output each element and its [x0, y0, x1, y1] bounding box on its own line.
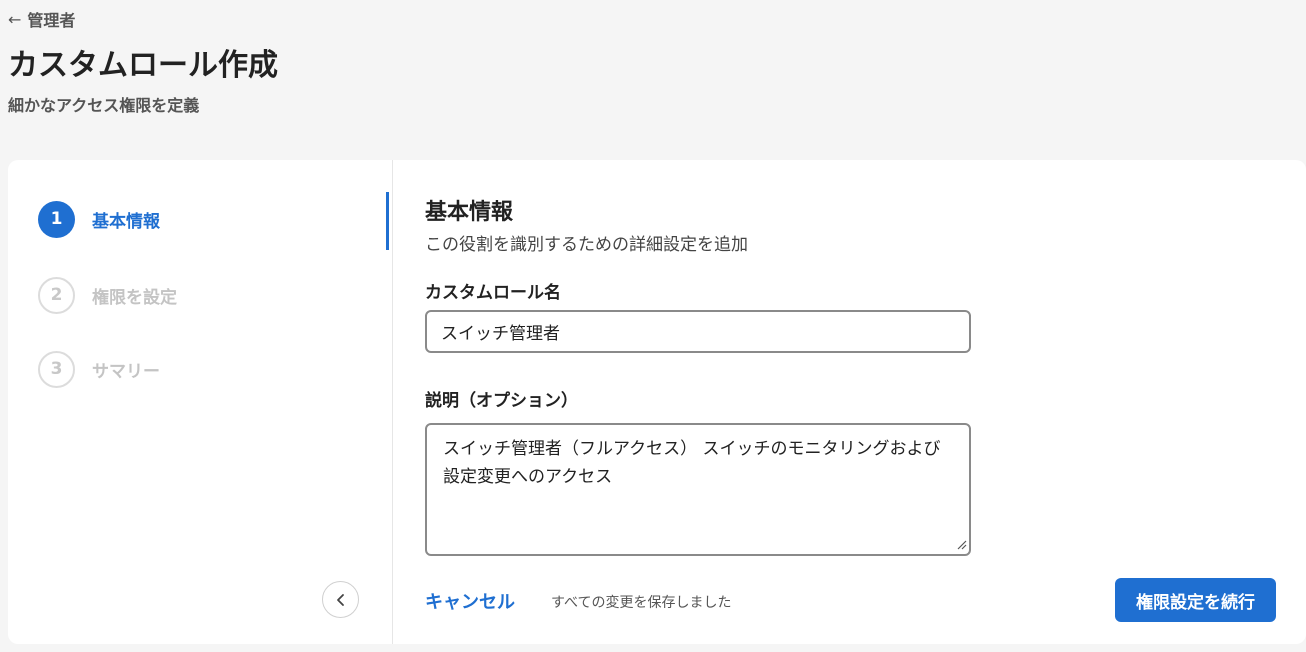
cancel-button[interactable]: キャンセル [425, 588, 515, 614]
role-name-label: カスタムロール名 [425, 283, 561, 303]
continue-to-permissions-button[interactable]: 権限設定を続行 [1115, 578, 1276, 622]
wizard-card: 1 基本情報 2 権限を設定 3 サマリー 基本情報 この役割を識別するための詳… [8, 160, 1306, 644]
step-number: 2 [38, 276, 75, 314]
form-footer: キャンセル すべての変更を保存しました 権限設定を続行 [425, 578, 1285, 624]
collapse-sidebar-button[interactable] [322, 581, 359, 618]
step-basic-info[interactable]: 1 基本情報 [38, 200, 160, 238]
active-step-indicator [386, 192, 389, 250]
step-number: 1 [38, 200, 75, 238]
page-title: カスタムロール作成 [8, 48, 278, 83]
basic-info-form: 基本情報 この役割を識別するための詳細設定を追加 カスタムロール名 説明（オプシ… [425, 160, 1285, 644]
description-label: 説明（オプション） [425, 391, 578, 411]
page-subtitle: 細かなアクセス権限を定義 [8, 96, 200, 115]
section-description: この役割を識別するための詳細設定を追加 [425, 235, 748, 255]
back-link[interactable]: ← 管理者 [8, 8, 76, 31]
role-name-input[interactable] [425, 310, 971, 353]
chevron-left-icon [336, 593, 344, 606]
step-summary[interactable]: 3 サマリー [38, 350, 160, 388]
wizard-stepper: 1 基本情報 2 権限を設定 3 サマリー [8, 160, 393, 644]
step-set-permissions[interactable]: 2 権限を設定 [38, 276, 177, 314]
description-textarea[interactable]: スイッチ管理者（フルアクセス） スイッチのモニタリングおよび設定変更へのアクセス [425, 423, 971, 556]
save-status-text: すべての変更を保存しました [551, 595, 732, 611]
resize-handle-icon[interactable] [955, 538, 967, 550]
step-label: サマリー [92, 361, 160, 382]
step-number: 3 [38, 350, 75, 388]
arrow-left-icon: ← [8, 9, 22, 29]
step-label: 基本情報 [92, 211, 160, 232]
section-title: 基本情報 [425, 200, 514, 225]
back-link-label: 管理者 [27, 11, 76, 30]
step-label: 権限を設定 [92, 287, 177, 308]
